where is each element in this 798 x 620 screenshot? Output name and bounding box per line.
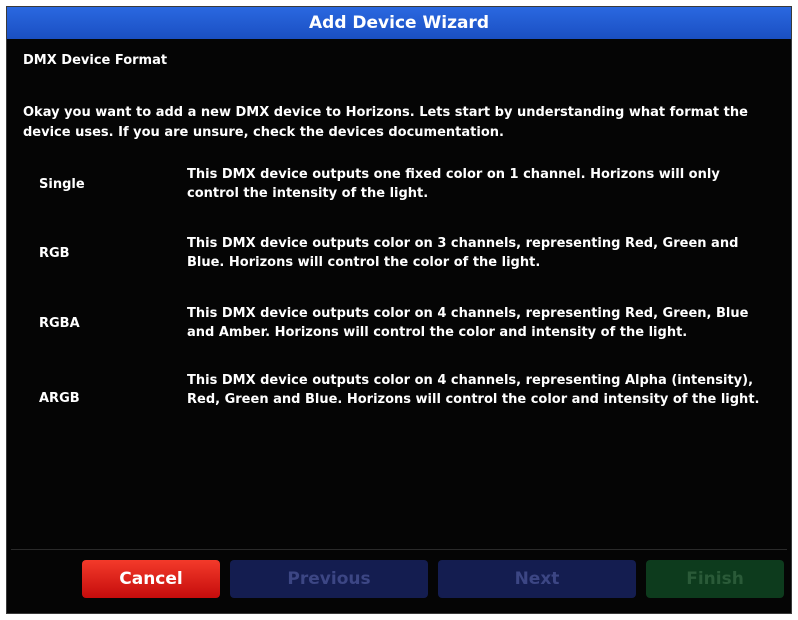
format-name-argb: ARGB (39, 391, 80, 406)
format-name-rgba: RGBA (39, 316, 80, 331)
format-desc-single: This DMX device outputs one fixed color … (187, 167, 720, 201)
intro-text: Okay you want to add a new DMX device to… (23, 105, 748, 140)
next-button[interactable]: Next (438, 560, 636, 598)
format-desc-rgb: This DMX device outputs color on 3 chann… (187, 236, 739, 270)
dialog-title: Add Device Wizard (7, 7, 791, 39)
add-device-wizard-dialog: Add Device Wizard DMX Device Format Okay… (6, 6, 792, 614)
page-subtitle: DMX Device Format (23, 53, 168, 68)
format-desc-argb: This DMX device outputs color on 4 chann… (187, 373, 760, 407)
format-name-single: Single (39, 177, 85, 192)
finish-button[interactable]: Finish (646, 560, 784, 598)
format-desc-rgba: This DMX device outputs color on 4 chann… (187, 306, 749, 340)
footer-divider (11, 549, 787, 550)
previous-button[interactable]: Previous (230, 560, 428, 598)
format-name-rgb: RGB (39, 246, 70, 261)
cancel-button[interactable]: Cancel (82, 560, 220, 598)
